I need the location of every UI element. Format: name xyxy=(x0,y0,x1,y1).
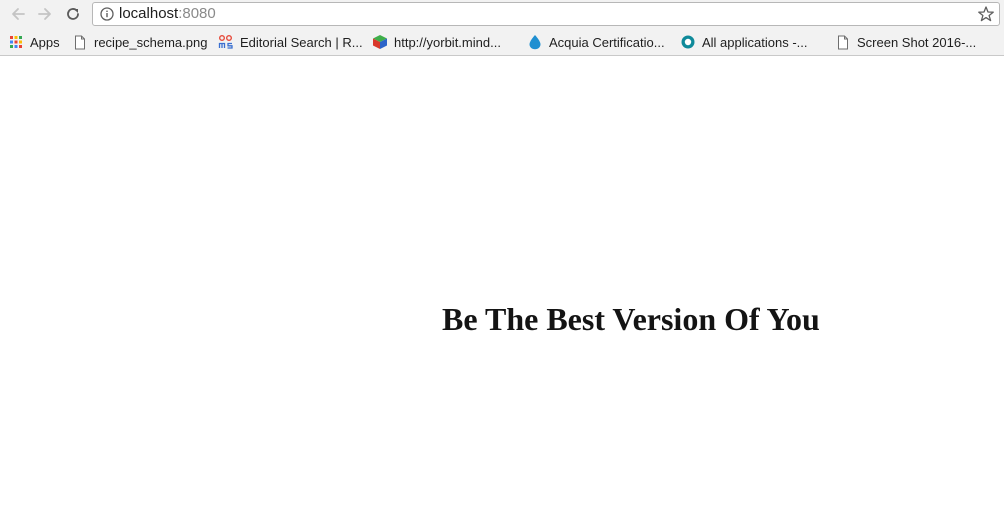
bookmarks-bar: Apps recipe_schema.png Editorial Search … xyxy=(0,29,1004,55)
bookmark-label: Editorial Search | R... xyxy=(240,34,363,50)
document-icon xyxy=(72,34,88,50)
reload-icon xyxy=(67,8,79,20)
bookmark-yorbit[interactable]: http://yorbit.mind... xyxy=(372,33,501,51)
bookmark-label: Acquia Certificatio... xyxy=(549,34,665,50)
bookmark-label: All applications -... xyxy=(702,34,808,50)
url-text[interactable]: localhost:8080 xyxy=(119,5,216,23)
bookmark-recipe-schema[interactable]: recipe_schema.png xyxy=(72,33,207,51)
bookmark-apps[interactable]: Apps xyxy=(8,33,60,51)
cube-icon xyxy=(372,34,388,50)
back-button[interactable] xyxy=(8,4,28,24)
forward-button[interactable] xyxy=(35,4,55,24)
bookmark-acquia[interactable]: Acquia Certificatio... xyxy=(527,33,665,51)
star-icon[interactable] xyxy=(977,5,995,23)
bookmark-label: Screen Shot 2016-... xyxy=(857,34,977,50)
browser-toolbar: localhost:8080 xyxy=(0,0,1004,29)
site-logo-icon xyxy=(218,34,234,50)
bookmark-screen-shot[interactable]: Screen Shot 2016-... xyxy=(835,33,976,51)
address-bar[interactable]: localhost:8080 xyxy=(92,2,1000,26)
drop-icon xyxy=(527,34,543,50)
ring-icon xyxy=(680,34,696,50)
bookmark-editorial-search[interactable]: Editorial Search | R... xyxy=(218,33,363,51)
info-icon[interactable] xyxy=(100,7,114,21)
page-headline: Be The Best Version Of You xyxy=(442,301,820,337)
bookmark-label: Apps xyxy=(30,34,60,50)
arrow-right-icon xyxy=(38,8,51,20)
page-content: Be The Best Version Of You xyxy=(0,56,1004,513)
url-port: :8080 xyxy=(178,5,216,22)
browser-chrome: localhost:8080 Apps recipe_schema.png Ed… xyxy=(0,0,1004,56)
document-icon xyxy=(835,34,851,50)
arrow-left-icon xyxy=(12,8,25,20)
bookmark-label: recipe_schema.png xyxy=(94,34,208,50)
bookmark-label: http://yorbit.mind... xyxy=(394,34,501,50)
apps-grid-icon xyxy=(8,34,24,50)
url-host: localhost xyxy=(119,5,179,22)
bookmark-all-applications[interactable]: All applications -... xyxy=(680,33,808,51)
reload-button[interactable] xyxy=(63,4,83,24)
